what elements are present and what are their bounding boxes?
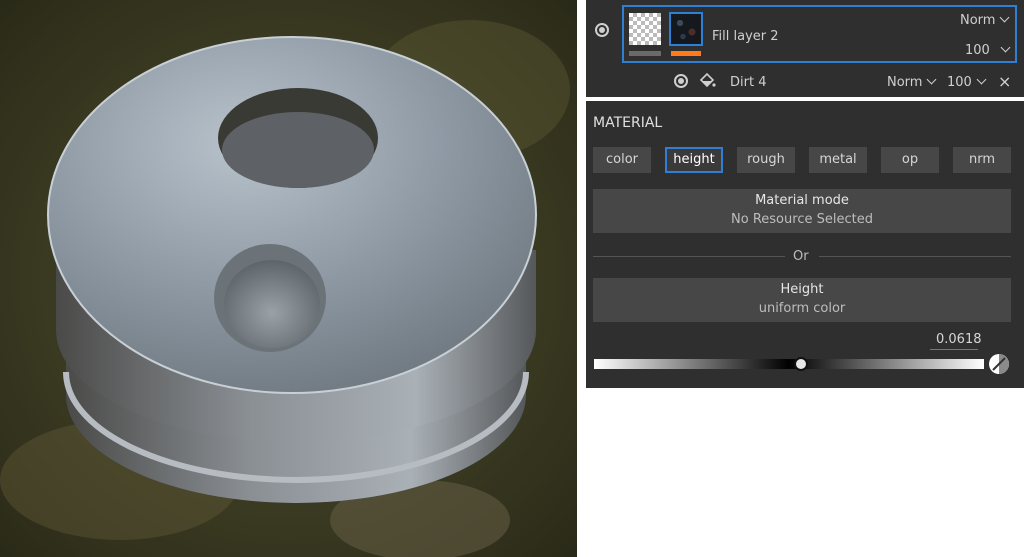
height-label: Height (780, 282, 824, 297)
fill-layer-opacity-value: 100 (965, 43, 990, 58)
channel-tab-color[interactable]: color (593, 147, 651, 173)
dirt-layer-blend-dropdown[interactable]: Norm (887, 74, 937, 90)
fill-layer-name: Fill layer 2 (712, 29, 779, 44)
channel-tab-height[interactable]: height (665, 147, 723, 173)
fill-layer-mask-thumbnail[interactable] (629, 13, 661, 45)
channel-tab-metal[interactable]: metal (809, 147, 867, 173)
material-mode-label: Material mode (755, 193, 849, 208)
height-slider[interactable] (594, 359, 984, 369)
chevron-down-icon (976, 74, 987, 85)
fill-layer-blend-value: Norm (960, 13, 996, 28)
layers-panel: Fill layer 2 Norm 100 Dirt 4 Norm 100 × (586, 0, 1024, 97)
chevron-down-icon (1000, 12, 1010, 23)
channel-tab-nrm[interactable]: nrm (953, 147, 1011, 173)
channel-tab-rough[interactable]: rough (737, 147, 795, 173)
dirt-layer-blend-value: Norm (887, 75, 923, 90)
fill-layer-visibility-toggle[interactable] (595, 23, 609, 37)
dirt-layer-visibility-toggle[interactable] (674, 74, 688, 88)
material-title: MATERIAL (593, 115, 663, 131)
fill-layer-blend-dropdown[interactable]: Norm (960, 12, 1010, 28)
fill-layer-row[interactable]: Fill layer 2 Norm 100 (622, 5, 1017, 63)
dirt-layer-opacity-dropdown[interactable]: 100 (947, 74, 987, 90)
fill-layer-material-thumbnail[interactable] (669, 12, 703, 46)
separator-or: Or (793, 249, 809, 264)
separator-line-left (593, 256, 785, 257)
paint-bucket-icon (699, 72, 716, 88)
viewport-render (0, 0, 577, 557)
delete-layer-button[interactable]: × (998, 72, 1011, 91)
dirt-layer-opacity-value: 100 (947, 75, 972, 90)
height-slider-handle[interactable] (793, 357, 808, 371)
channel-tab-op[interactable]: op (881, 147, 939, 173)
value-field-underline (930, 349, 978, 350)
chevron-down-icon (927, 74, 937, 85)
fill-layer-opacity-dropdown[interactable]: 100 (965, 42, 1011, 58)
material-panel: MATERIAL color height rough metal op nrm… (586, 101, 1024, 388)
dirt-layer-name: Dirt 4 (730, 75, 767, 90)
height-value: uniform color (758, 301, 846, 316)
mask-indicator-bar (629, 51, 661, 56)
material-indicator-bar (671, 51, 701, 56)
height-resource-selector[interactable]: Height uniform color (593, 278, 1011, 322)
separator-line-right (819, 256, 1011, 257)
material-mode-selector[interactable]: Material mode No Resource Selected (593, 189, 1011, 233)
material-mode-value: No Resource Selected (731, 212, 873, 227)
height-value-field[interactable]: 0.0618 (936, 332, 982, 347)
viewport-3d[interactable] (0, 0, 577, 557)
color-picker-icon[interactable] (988, 353, 1010, 375)
chevron-down-icon (1000, 42, 1011, 53)
